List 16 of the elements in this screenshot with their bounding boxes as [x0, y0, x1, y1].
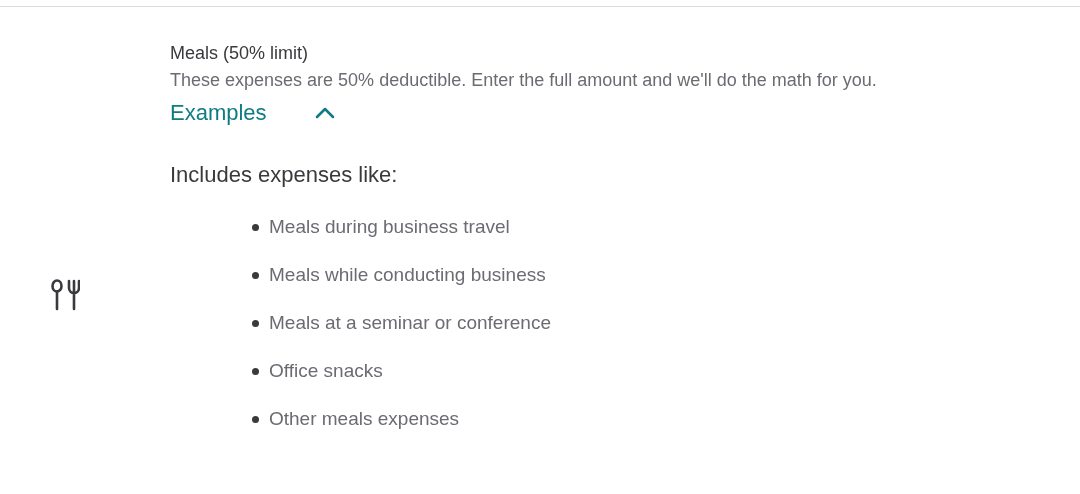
category-description: These expenses are 50% deductible. Enter the full amount and we'll do the math for you.: [170, 69, 877, 92]
bullet-icon: [252, 223, 259, 231]
examples-toggle[interactable]: Examples: [170, 99, 335, 127]
bullet-icon: [252, 271, 259, 279]
bullet-icon: [252, 367, 259, 375]
category-title: Meals (50% limit): [170, 42, 310, 65]
example-item: Office snacks: [269, 359, 383, 383]
bullet-icon: [252, 415, 259, 423]
chevron-icon: [314, 107, 335, 119]
examples-intro: Includes expenses like:: [170, 161, 399, 189]
example-item: Meals during business travel: [269, 215, 510, 239]
example-item: Meals while conducting business: [269, 263, 546, 287]
example-item: Meals at a seminar or conference: [269, 311, 551, 335]
bullet-icon: [252, 319, 259, 327]
utensils-icon: [50, 279, 80, 311]
example-item: Other meals expenses: [269, 407, 460, 431]
